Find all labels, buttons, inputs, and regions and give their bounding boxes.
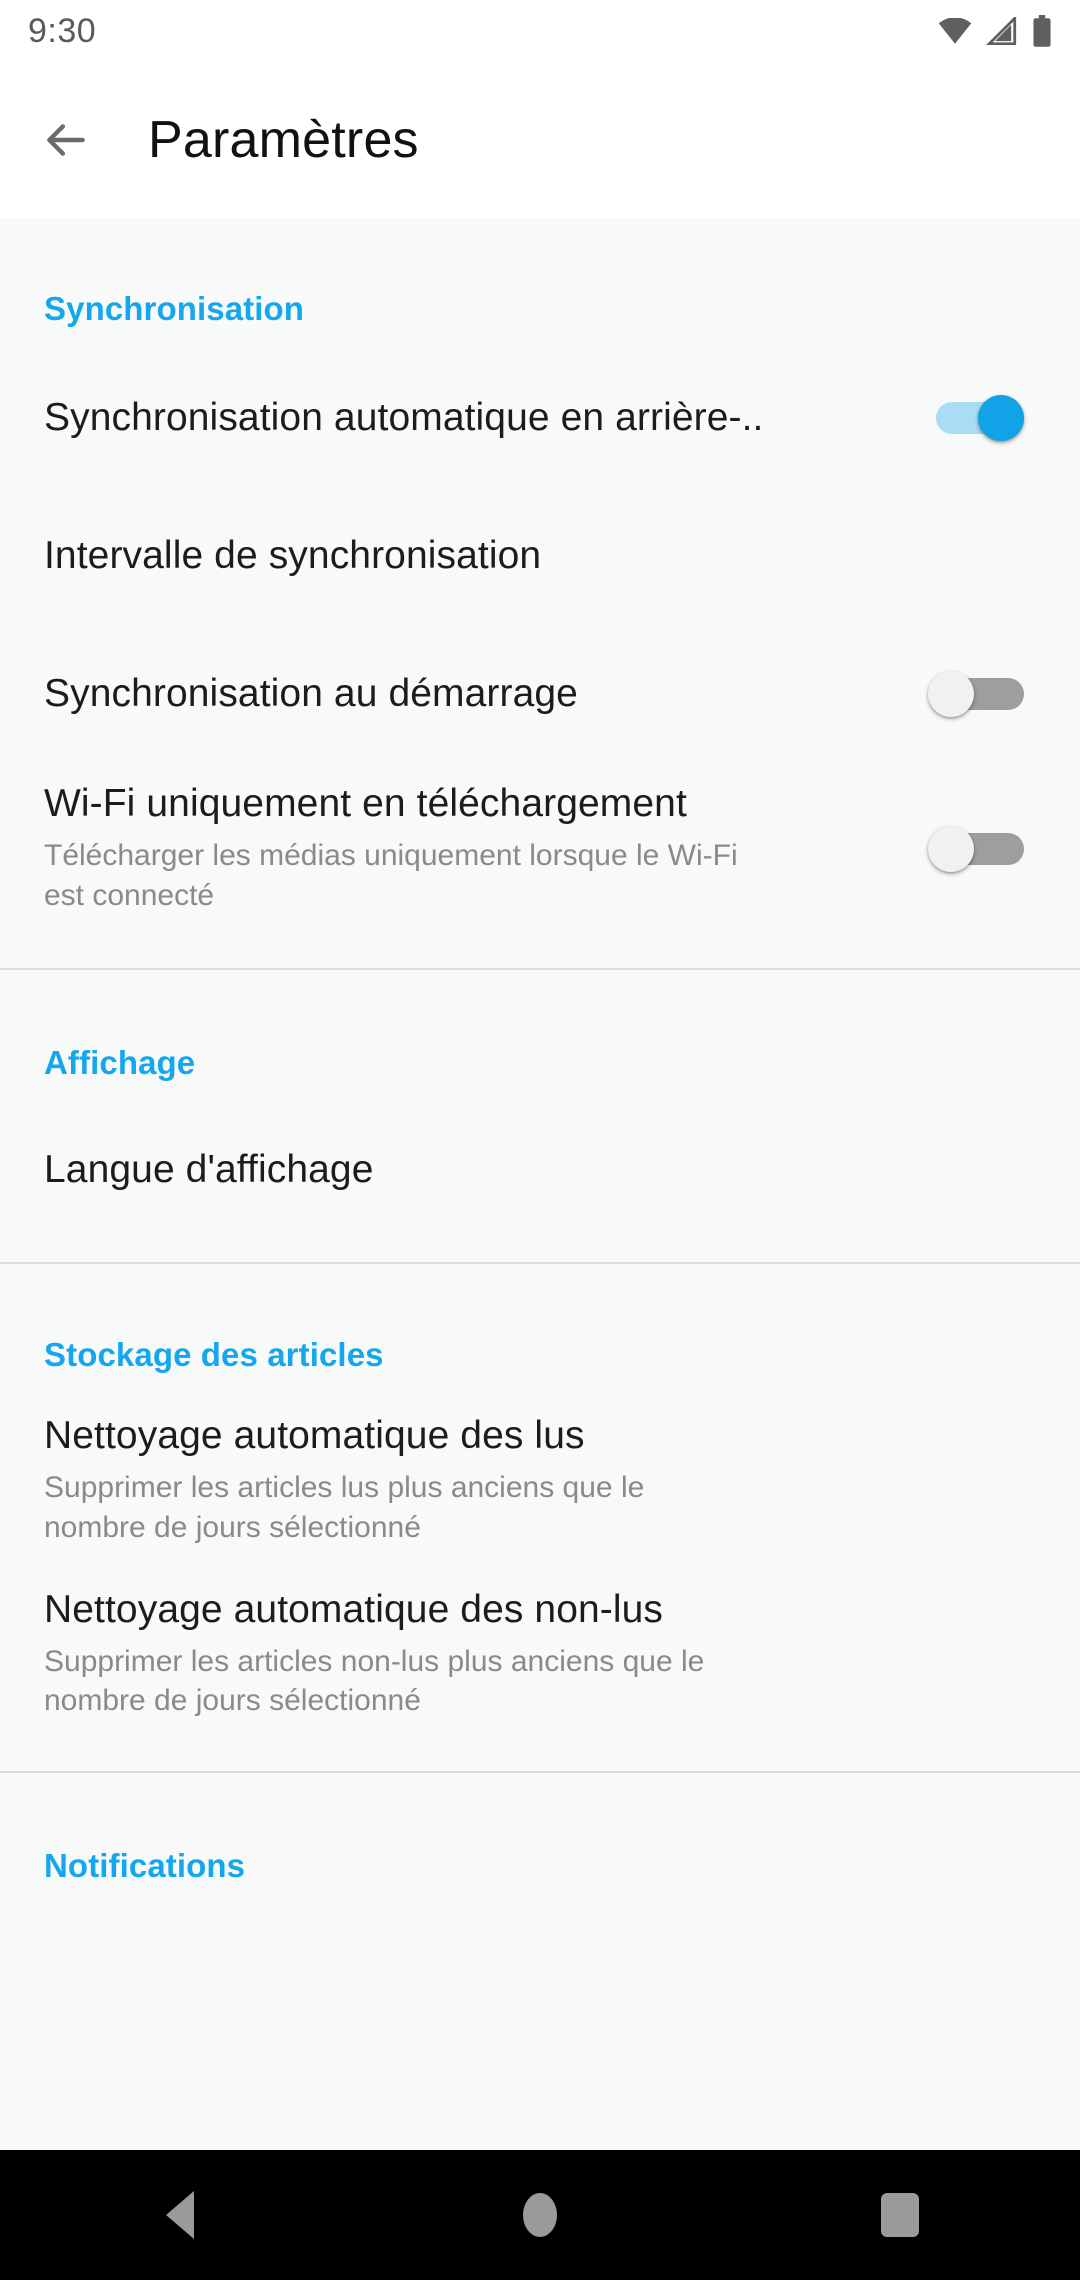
setting-subtitle: Supprimer les articles lus plus anciens … bbox=[44, 1470, 645, 1544]
row-text-group: Langue d'affichage bbox=[44, 1148, 916, 1192]
setting-title: Nettoyage automatique des lus bbox=[44, 1413, 585, 1457]
setting-title: Synchronisation automatique en arrière-.… bbox=[44, 396, 764, 439]
setting-row-autoclean-read[interactable]: Nettoyage automatique des lus Supprimer … bbox=[0, 1414, 1080, 1548]
setting-row-sync-interval[interactable]: Intervalle de synchronisation bbox=[0, 510, 1080, 602]
section-affichage: Affichage Langue d'affichage bbox=[0, 970, 1080, 1264]
setting-title: Nettoyage automatique des non-lus bbox=[44, 1587, 664, 1631]
row-text-group: Intervalle de synchronisation bbox=[44, 534, 916, 578]
settings-list[interactable]: Synchronisation Synchronisation automati… bbox=[0, 218, 1080, 2150]
home-circle-icon bbox=[523, 2193, 557, 2237]
setting-subtitle: Supprimer les articles non-lus plus anci… bbox=[44, 1644, 705, 1718]
toggle-thumb bbox=[928, 825, 974, 872]
section-notifications: Notifications bbox=[0, 1773, 1080, 1885]
page-title: Paramètres bbox=[148, 111, 419, 169]
status-bar: 9:30 bbox=[0, 0, 1080, 62]
back-button[interactable] bbox=[16, 90, 116, 190]
row-control bbox=[916, 671, 1036, 717]
row-text-group: Nettoyage automatique des non-lus Suppri… bbox=[44, 1588, 916, 1722]
toggle-sync-on-startup[interactable] bbox=[928, 671, 1024, 717]
setting-title: Langue d'affichage bbox=[44, 1147, 374, 1191]
section-header-affichage: Affichage bbox=[44, 1043, 196, 1081]
signal-icon bbox=[986, 17, 1017, 45]
status-bar-clock: 9:30 bbox=[28, 12, 97, 50]
recents-square-icon bbox=[881, 2193, 919, 2237]
section-header-stockage: Stockage des articles bbox=[44, 1335, 384, 1373]
phone-screen: 9:30 Paramètres Synchronisation Synchron… bbox=[0, 0, 1080, 2280]
row-text-group: Synchronisation automatique en arrière-.… bbox=[44, 396, 916, 440]
wifi-icon bbox=[938, 18, 972, 44]
row-control bbox=[916, 825, 1036, 872]
toggle-auto-sync[interactable] bbox=[928, 395, 1024, 441]
row-text-group: Wi-Fi uniquement en téléchargement Téléc… bbox=[44, 782, 916, 916]
setting-row-wifi-only[interactable]: Wi-Fi uniquement en téléchargement Téléc… bbox=[0, 782, 1080, 916]
nav-recents-button[interactable] bbox=[810, 2150, 990, 2280]
back-triangle-icon bbox=[166, 2191, 194, 2239]
setting-row-autoclean-unread[interactable]: Nettoyage automatique des non-lus Suppri… bbox=[0, 1588, 1080, 1722]
system-navigation-bar bbox=[0, 2150, 1080, 2280]
back-arrow-icon bbox=[47, 124, 85, 156]
status-bar-icons bbox=[938, 15, 1052, 47]
nav-back-button[interactable] bbox=[90, 2150, 270, 2280]
toggle-thumb bbox=[978, 395, 1024, 441]
toggle-wifi-only[interactable] bbox=[928, 825, 1024, 872]
setting-row-display-language[interactable]: Langue d'affichage bbox=[0, 1124, 1080, 1216]
setting-title: Intervalle de synchronisation bbox=[44, 534, 542, 577]
section-stockage-des-articles: Stockage des articles Nettoyage automati… bbox=[0, 1264, 1080, 1774]
section-header-notifications: Notifications bbox=[44, 1847, 246, 1885]
app-bar: Paramètres bbox=[0, 62, 1080, 218]
setting-row-sync-on-startup[interactable]: Synchronisation au démarrage bbox=[0, 648, 1080, 740]
row-text-group: Synchronisation au démarrage bbox=[44, 672, 916, 716]
setting-subtitle: Télécharger les médias uniquement lorsqu… bbox=[44, 839, 738, 912]
battery-icon bbox=[1033, 15, 1051, 47]
row-control bbox=[916, 395, 1036, 441]
row-text-group: Nettoyage automatique des lus Supprimer … bbox=[44, 1414, 916, 1548]
setting-title: Wi-Fi uniquement en téléchargement bbox=[44, 782, 687, 825]
setting-row-auto-sync[interactable]: Synchronisation automatique en arrière-.… bbox=[0, 372, 1080, 464]
toggle-thumb bbox=[928, 671, 974, 717]
setting-title: Synchronisation au démarrage bbox=[44, 672, 578, 715]
section-synchronisation: Synchronisation Synchronisation automati… bbox=[0, 218, 1080, 970]
nav-home-button[interactable] bbox=[450, 2150, 630, 2280]
section-header-synchronisation: Synchronisation bbox=[44, 290, 305, 327]
